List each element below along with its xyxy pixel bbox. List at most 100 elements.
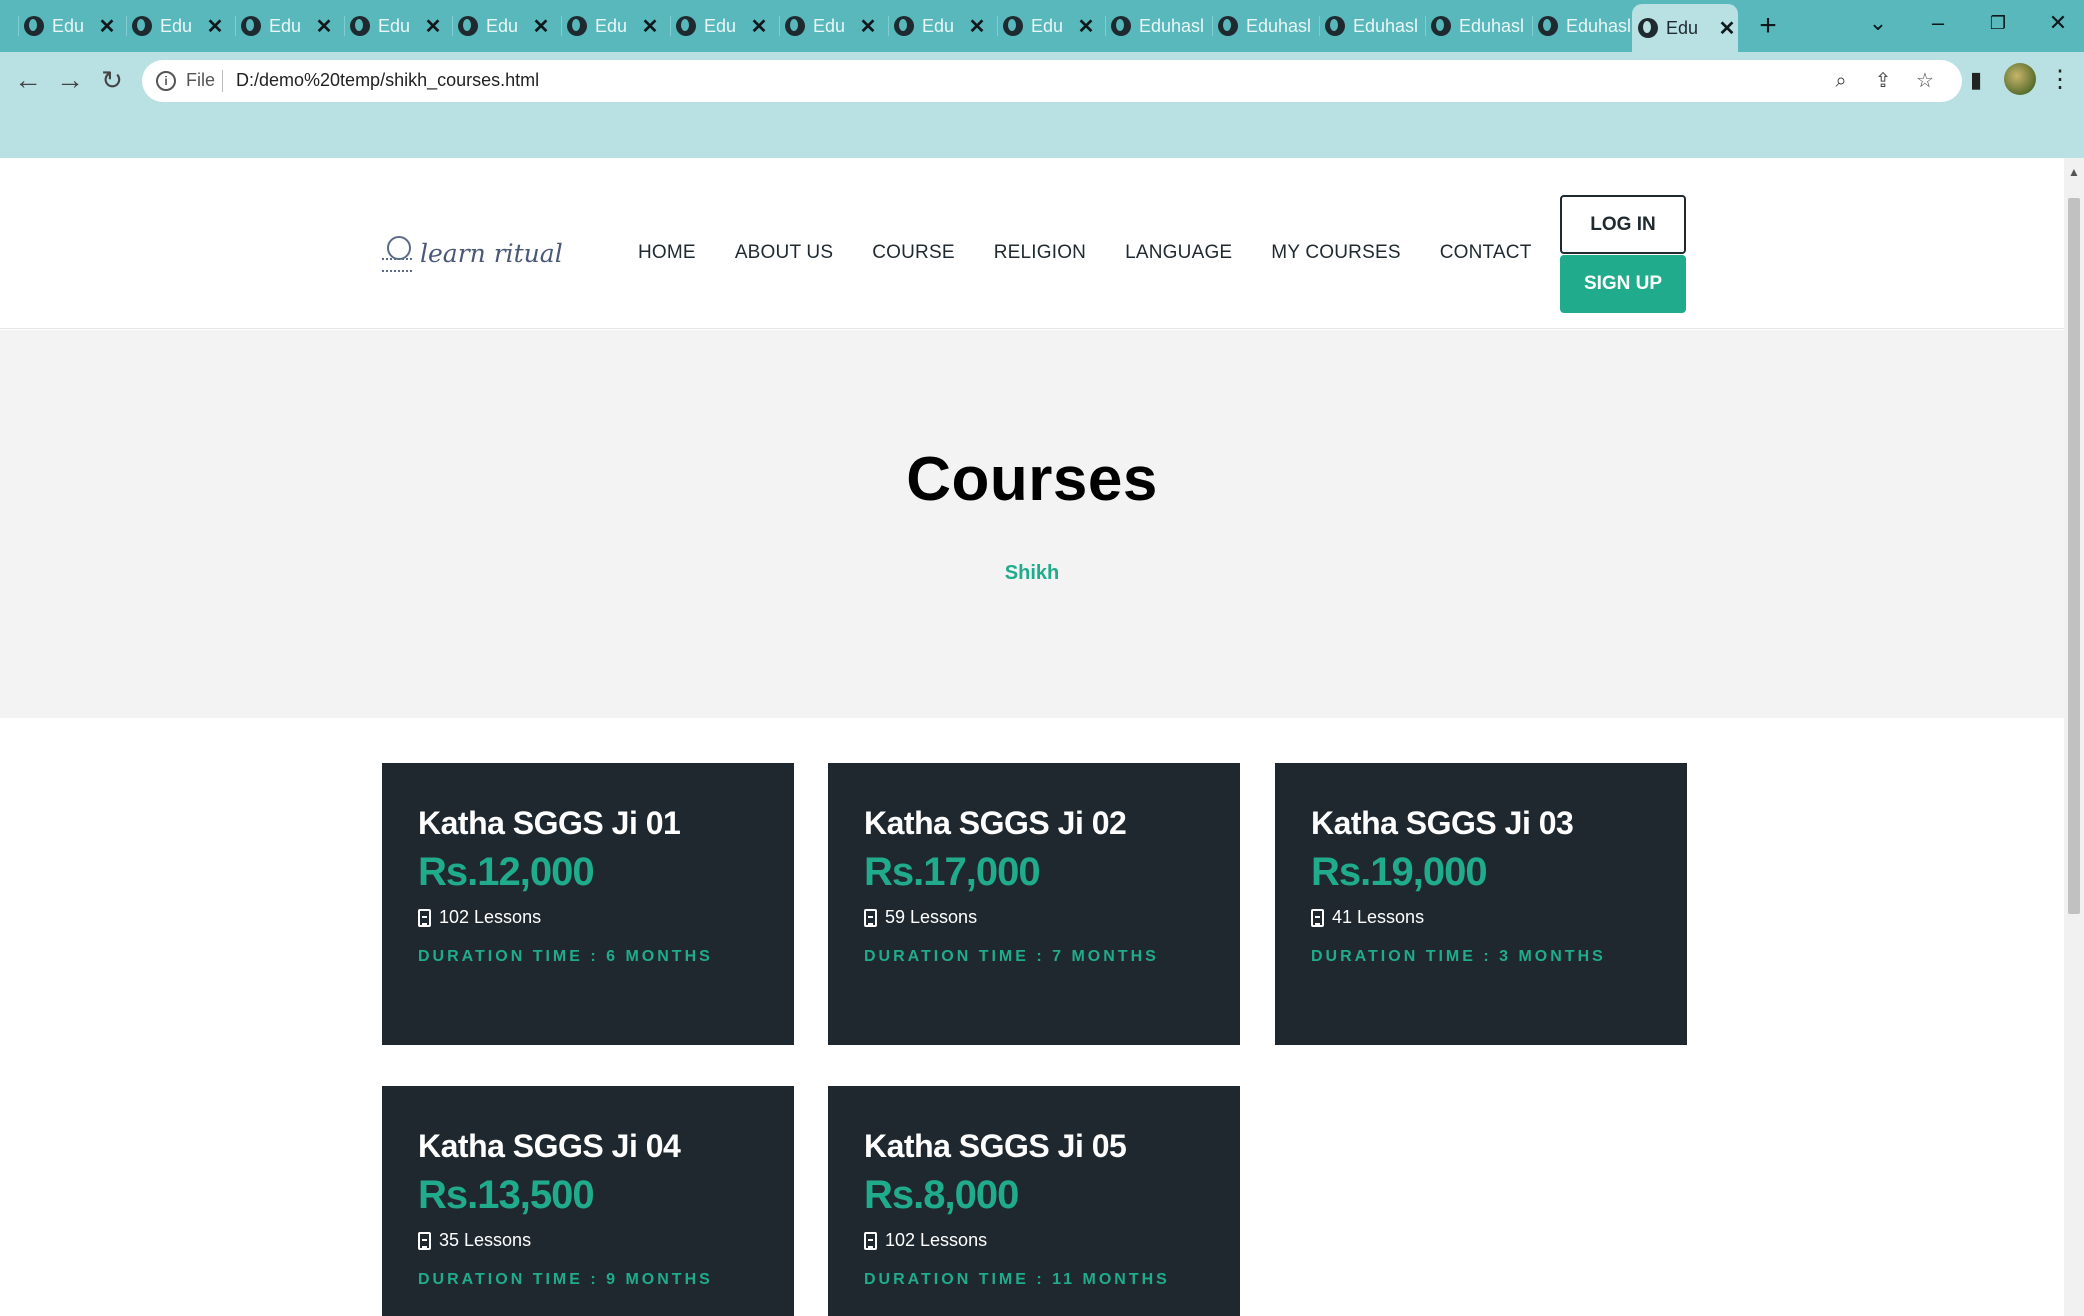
globe-icon xyxy=(1638,18,1658,38)
tab-title: Edu xyxy=(160,15,193,36)
avatar[interactable] xyxy=(2004,63,2036,95)
course-name[interactable]: Katha SGGS Ji 01 xyxy=(418,805,758,842)
nav-home[interactable]: HOME xyxy=(638,242,696,264)
tab-title: Edu xyxy=(1666,17,1699,38)
info-icon[interactable]: i xyxy=(156,71,176,91)
tab-title: Eduhasl xyxy=(1139,15,1205,36)
document-icon xyxy=(418,908,431,927)
site-logo[interactable]: learn ritual xyxy=(382,236,563,272)
browser-tab[interactable]: Edu ✕ xyxy=(997,8,1097,44)
browser-tab[interactable]: Eduhasl xyxy=(1532,8,1632,44)
nav-course[interactable]: COURSE xyxy=(872,242,955,264)
tab-title: Edu xyxy=(52,15,85,36)
lessons-row: 59 Lessons xyxy=(864,907,1204,928)
browser-tab[interactable]: Eduhasl xyxy=(1425,8,1525,44)
globe-icon xyxy=(567,16,587,36)
course-name[interactable]: Katha SGGS Ji 04 xyxy=(418,1128,758,1165)
lessons-count: 35 Lessons xyxy=(439,1230,532,1250)
browser-tab[interactable]: Edu ✕ xyxy=(18,8,118,44)
browser-tab[interactable]: Edu ✕ xyxy=(452,8,552,44)
course-card[interactable]: Katha SGGS Ji 04 Rs.13,500 35 Lessons DU… xyxy=(382,1086,794,1316)
nav-about-us[interactable]: ABOUT US xyxy=(735,242,833,264)
close-icon[interactable]: ✕ xyxy=(96,14,118,39)
nav-my-courses[interactable]: MY COURSES xyxy=(1271,242,1400,264)
lessons-count: 102 Lessons xyxy=(885,1230,988,1250)
scrollbar-thumb[interactable] xyxy=(2068,198,2080,914)
browser-tab[interactable]: Eduhasl xyxy=(1105,8,1205,44)
nav-language[interactable]: LANGUAGE xyxy=(1125,242,1232,264)
close-icon[interactable]: ✕ xyxy=(857,14,879,39)
close-icon[interactable]: ✕ xyxy=(313,14,335,39)
browser-tab[interactable]: Edu ✕ xyxy=(888,8,988,44)
browser-tab-active[interactable]: Edu ✕ xyxy=(1632,4,1738,52)
globe-icon xyxy=(1538,16,1558,36)
browser-tab[interactable]: Edu ✕ xyxy=(126,8,226,44)
course-duration: DURATION TIME : 11 MONTHS xyxy=(864,1271,1170,1288)
close-window-icon[interactable]: ✕ xyxy=(2038,8,2078,38)
web-page: learn ritual HOME ABOUT US COURSE RELIGI… xyxy=(0,158,2064,1316)
tab-title: Eduhasl xyxy=(1566,15,1632,36)
course-name[interactable]: Katha SGGS Ji 03 xyxy=(1311,805,1651,842)
site-header: learn ritual HOME ABOUT US COURSE RELIGI… xyxy=(0,158,2064,329)
browser-tab[interactable]: Edu ✕ xyxy=(344,8,444,44)
share-icon[interactable]: ⇪ xyxy=(1870,68,1896,94)
address-prefix: File xyxy=(186,70,216,90)
plus-icon[interactable]: + xyxy=(1752,8,1784,44)
close-icon[interactable]: ✕ xyxy=(530,14,552,39)
course-duration: DURATION TIME : 7 MONTHS xyxy=(864,948,1159,965)
tab-title: Eduhasl xyxy=(1246,15,1312,36)
globe-icon xyxy=(350,16,370,36)
browser-tab[interactable]: Eduhasl xyxy=(1319,8,1419,44)
zoom-icon[interactable]: ⌕ xyxy=(1828,68,1854,94)
lessons-count: 59 Lessons xyxy=(885,907,978,927)
login-button[interactable]: LOG IN xyxy=(1560,195,1686,254)
main-nav: HOME ABOUT US COURSE RELIGION LANGUAGE M… xyxy=(638,242,1571,264)
course-price: Rs.19,000 xyxy=(1311,850,1488,894)
reload-icon[interactable]: ↻ xyxy=(94,62,130,98)
course-name[interactable]: Katha SGGS Ji 05 xyxy=(864,1128,1204,1165)
scroll-up-icon[interactable]: ▲ xyxy=(2068,166,2080,178)
chevron-down-icon[interactable]: ⌄ xyxy=(1858,8,1898,38)
signup-button[interactable]: SIGN UP xyxy=(1560,255,1686,313)
course-card[interactable]: Katha SGGS Ji 02 Rs.17,000 59 Lessons DU… xyxy=(828,763,1240,1045)
forward-icon[interactable]: → xyxy=(52,62,88,98)
back-icon[interactable]: ← xyxy=(10,62,46,98)
restore-icon[interactable]: ❐ xyxy=(1978,8,2018,38)
browser-tab[interactable]: Eduhasl xyxy=(1212,8,1312,44)
tab-title: Edu xyxy=(269,15,302,36)
tab-title: Eduhasl xyxy=(1353,15,1419,36)
globe-icon xyxy=(241,16,261,36)
kebab-menu-icon[interactable]: ⋮ xyxy=(2042,62,2078,98)
course-card[interactable]: Katha SGGS Ji 05 Rs.8,000 102 Lessons DU… xyxy=(828,1086,1240,1316)
course-name[interactable]: Katha SGGS Ji 02 xyxy=(864,805,1204,842)
close-icon[interactable]: ✕ xyxy=(639,14,661,39)
nav-religion[interactable]: RELIGION xyxy=(994,242,1086,264)
close-icon[interactable]: ✕ xyxy=(422,14,444,39)
close-icon[interactable]: ✕ xyxy=(748,14,770,39)
browser-tab[interactable]: Edu ✕ xyxy=(779,8,879,44)
browser-tab[interactable]: Edu ✕ xyxy=(670,8,770,44)
url-text[interactable]: D:/demo%20temp/shikh_courses.html xyxy=(236,70,539,91)
page-subtitle[interactable]: Shikh xyxy=(0,562,2064,585)
course-price: Rs.13,500 xyxy=(418,1173,595,1217)
course-card[interactable]: Katha SGGS Ji 01 Rs.12,000 102 Lessons D… xyxy=(382,763,794,1045)
lessons-count: 41 Lessons xyxy=(1332,907,1425,927)
tab-title: Edu xyxy=(704,15,737,36)
address-bar[interactable]: i File D:/demo%20temp/shikh_courses.html… xyxy=(142,60,1962,102)
tab-title: Eduhasl xyxy=(1459,15,1525,36)
minimize-icon[interactable]: – xyxy=(1918,8,1958,38)
close-icon[interactable]: ✕ xyxy=(1716,16,1738,41)
browser-tab[interactable]: Edu ✕ xyxy=(235,8,335,44)
globe-icon xyxy=(24,16,44,36)
browser-toolbar: ← → ↻ i File D:/demo%20temp/shikh_course… xyxy=(0,52,2084,108)
star-icon[interactable]: ☆ xyxy=(1912,68,1938,94)
browser-tab[interactable]: Edu ✕ xyxy=(561,8,661,44)
sidepanel-icon[interactable]: ▮ xyxy=(1958,62,1994,98)
globe-icon xyxy=(1431,16,1451,36)
nav-contact[interactable]: CONTACT xyxy=(1440,242,1532,264)
close-icon[interactable]: ✕ xyxy=(1075,14,1097,39)
close-icon[interactable]: ✕ xyxy=(204,14,226,39)
page-scrollbar[interactable]: ▲ xyxy=(2064,158,2084,1316)
course-card[interactable]: Katha SGGS Ji 03 Rs.19,000 41 Lessons DU… xyxy=(1275,763,1687,1045)
close-icon[interactable]: ✕ xyxy=(966,14,988,39)
